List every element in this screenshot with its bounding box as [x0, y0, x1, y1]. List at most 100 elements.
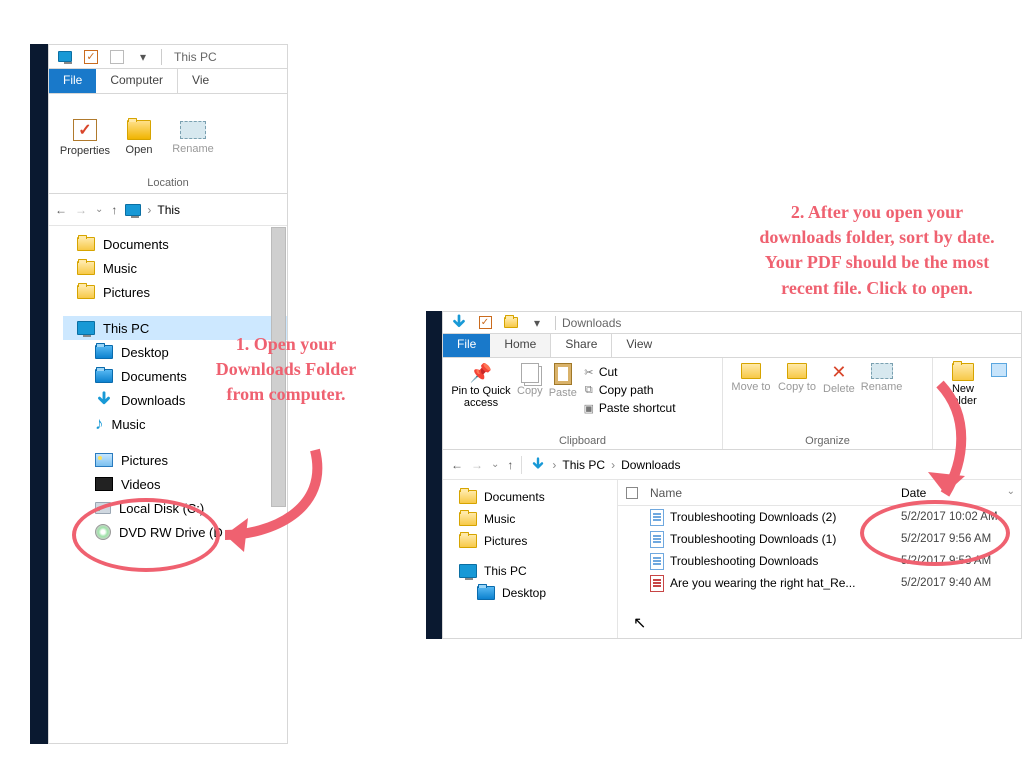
breadcrumb[interactable]: › This PC › Downloads — [530, 457, 680, 473]
file-row[interactable]: Are you wearing the right hat_Re...5/2/2… — [618, 572, 1021, 594]
folder-icon — [459, 534, 477, 548]
delete-icon: ✕ — [830, 363, 848, 381]
tree-label: Documents — [103, 237, 169, 252]
monitor-icon — [77, 321, 95, 335]
rename-icon — [180, 121, 206, 139]
breadcrumb-thispc-icon — [125, 204, 141, 216]
qat-folder-icon[interactable] — [499, 313, 523, 333]
tree-item-thispc[interactable]: This PC — [451, 560, 617, 582]
properties-icon: ✓ — [73, 119, 97, 141]
folder-icon — [77, 237, 95, 251]
tree-item-documents[interactable]: Documents — [63, 232, 287, 256]
qat-separator — [161, 49, 162, 65]
ribbon-group-clipboard: Clipboard — [451, 435, 714, 447]
paste-label: Paste — [549, 387, 577, 399]
sep-icon: › — [552, 458, 556, 472]
open-icon — [127, 120, 151, 140]
ribbon-open-button[interactable]: Open — [117, 120, 161, 156]
tree-label: Videos — [121, 477, 161, 492]
ribbon: ✓ Properties Open Rename Location — [49, 94, 287, 194]
nav-back-icon[interactable]: ← — [451, 458, 463, 472]
qat-dropdown-icon[interactable]: ▾ — [131, 47, 155, 67]
nav-back-icon[interactable]: ← — [55, 203, 67, 217]
breadcrumb-this: This — [157, 203, 180, 217]
qat-download-icon[interactable] — [447, 313, 471, 333]
newitem-icon[interactable] — [991, 363, 1007, 377]
open-label: Open — [126, 144, 153, 156]
music-icon: ♪ — [95, 414, 104, 434]
file-name: Troubleshooting Downloads — [670, 554, 818, 568]
nav-forward-icon: → — [75, 203, 87, 217]
ribbon-copyto-button: Copy to — [777, 363, 817, 393]
nav-history-dropdown[interactable]: ⌄ — [95, 204, 103, 215]
window2-dark-edge — [426, 311, 442, 639]
nav-bar: ← → ⌄ ↑ › This — [49, 194, 287, 226]
callout-step2: 2. After you open your downloads folder,… — [752, 200, 1002, 301]
ribbon-properties-button[interactable]: ✓ Properties — [55, 119, 115, 157]
nav-sep — [521, 456, 522, 474]
qat-thispc-icon[interactable] — [53, 47, 77, 67]
breadcrumb[interactable]: › This — [125, 203, 180, 217]
ribbon-rename-button: Rename — [163, 121, 223, 155]
select-all-checkbox[interactable] — [618, 487, 646, 499]
shortcut-icon: ▣ — [583, 402, 595, 414]
sep-icon: › — [611, 458, 615, 472]
pin-icon: 📌 — [471, 363, 491, 383]
tab-view[interactable]: View — [612, 334, 666, 357]
qat-dropdown-icon[interactable]: ▾ — [525, 313, 549, 333]
tab-computer[interactable]: Computer — [96, 69, 178, 93]
tab-view[interactable]: Vie — [178, 69, 223, 93]
file-icon — [650, 531, 664, 548]
tree-item-music[interactable]: ♪Music — [63, 412, 287, 436]
rename-label: Rename — [861, 381, 903, 393]
pin-label: Pin to Quick access — [451, 385, 511, 409]
tree-label: Documents — [484, 490, 545, 504]
rename-icon — [871, 363, 893, 379]
bluefolder-icon — [95, 369, 113, 383]
scissors-icon: ✂ — [583, 366, 595, 378]
download-arrow-icon — [450, 314, 468, 332]
breadcrumb-download-icon — [530, 457, 546, 473]
qat-checkbox-icon[interactable]: ✓ — [79, 47, 103, 67]
tab-share[interactable]: Share — [551, 334, 612, 357]
tree-label: Pictures — [484, 534, 527, 548]
file-icon — [650, 509, 664, 526]
tree-item-desktop[interactable]: Desktop — [451, 582, 617, 604]
tab-home[interactable]: Home — [490, 334, 551, 357]
qat-checkbox-icon[interactable]: ✓ — [473, 313, 497, 333]
nav-history-dropdown[interactable]: ⌄ — [491, 459, 499, 470]
tree-label: Documents — [121, 369, 187, 384]
file-date: 5/2/2017 9:40 AM — [901, 577, 1021, 589]
delete-label: Delete — [823, 383, 855, 395]
window1-dark-edge — [30, 44, 48, 744]
tree-label: Pictures — [121, 453, 168, 468]
pasteshortcut-label: Paste shortcut — [599, 401, 676, 415]
mouse-cursor-icon: ↖ — [633, 613, 646, 633]
ribbon-tabs: File Computer Vie — [49, 69, 287, 94]
copy-icon — [521, 363, 539, 383]
breadcrumb-thispc[interactable]: This PC — [562, 458, 605, 472]
tree-item-pictures[interactable]: Pictures — [63, 280, 287, 304]
qat-blank-icon[interactable] — [105, 47, 129, 67]
copyto-icon — [787, 363, 807, 379]
nav-up-icon[interactable]: ↑ — [111, 203, 117, 217]
tab-file[interactable]: File — [443, 334, 490, 357]
file-icon — [650, 553, 664, 570]
nav-up-icon[interactable]: ↑ — [507, 458, 513, 472]
annotation-arrow-1 — [200, 440, 350, 560]
column-name[interactable]: Name — [646, 486, 901, 500]
tree-item-music[interactable]: Music — [63, 256, 287, 280]
file-icon — [650, 575, 664, 592]
ribbon-pin-button[interactable]: 📌 Pin to Quick access — [451, 363, 511, 409]
tree-item-documents[interactable]: Documents — [451, 486, 617, 508]
moveto-label: Move to — [731, 381, 771, 393]
tree-label: Pictures — [103, 285, 150, 300]
tree-item-music[interactable]: Music — [451, 508, 617, 530]
breadcrumb-downloads[interactable]: Downloads — [621, 458, 680, 472]
folder-icon — [459, 512, 477, 526]
tab-file[interactable]: File — [49, 69, 96, 93]
title-bar: ✓ ▾ This PC — [49, 45, 287, 69]
monitor-icon — [459, 564, 477, 578]
tree-item-pictures[interactable]: Pictures — [451, 530, 617, 552]
tree-label: Desktop — [121, 345, 169, 360]
